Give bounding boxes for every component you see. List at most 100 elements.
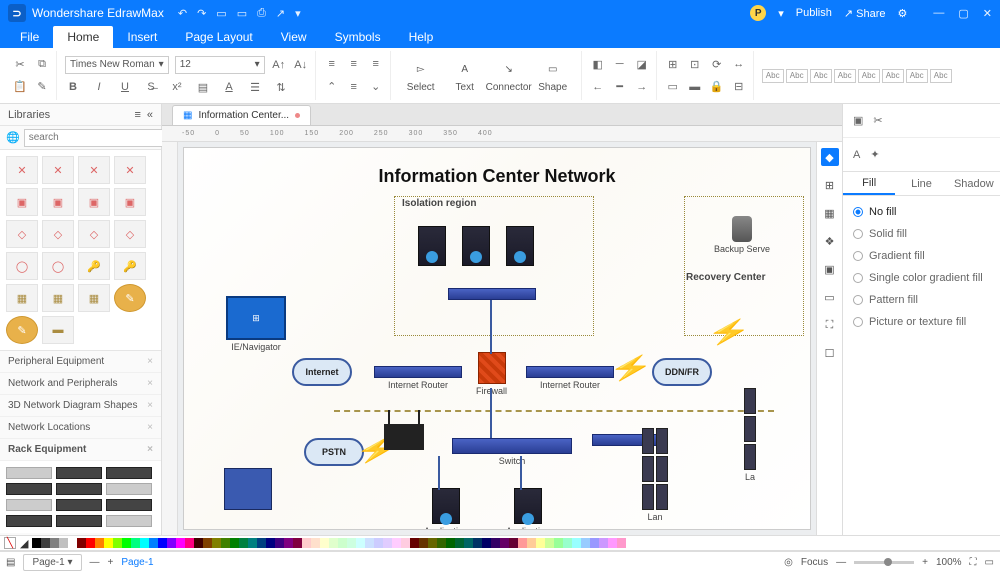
tab-file[interactable]: File xyxy=(6,26,53,48)
shape-tool[interactable]: ▭Shape xyxy=(531,58,575,93)
color-swatch[interactable] xyxy=(599,538,608,548)
tab-line[interactable]: Line xyxy=(895,172,947,195)
internet-router-left[interactable]: Internet Router xyxy=(374,366,462,390)
color-swatch[interactable] xyxy=(131,538,140,548)
align-center-icon[interactable]: ≡ xyxy=(346,56,362,72)
undo-icon[interactable]: ↶ xyxy=(178,7,187,20)
color-swatch[interactable] xyxy=(536,538,545,548)
rack-tile[interactable] xyxy=(106,467,152,479)
lock-icon[interactable]: 🔒 xyxy=(709,79,725,95)
copy-icon[interactable]: ⧉ xyxy=(34,56,50,72)
color-swatch[interactable] xyxy=(68,538,77,548)
highlight-icon[interactable]: ▤ xyxy=(195,79,211,95)
close-icon[interactable]: ✕ xyxy=(983,7,992,20)
print-icon[interactable]: ⎙ xyxy=(257,7,266,20)
server-node[interactable] xyxy=(462,226,490,266)
color-swatch[interactable] xyxy=(221,538,230,548)
fullscreen-toggle-icon[interactable]: ▭ xyxy=(985,557,994,568)
color-swatch[interactable] xyxy=(194,538,203,548)
dropdown-icon[interactable]: ▾ xyxy=(295,7,301,20)
color-swatch[interactable] xyxy=(356,538,365,548)
color-swatch[interactable] xyxy=(401,538,410,548)
library-search-input[interactable] xyxy=(24,129,166,147)
select-tool[interactable]: ▻Select xyxy=(399,58,443,93)
page-select[interactable]: Page-1 ▾ xyxy=(23,554,81,571)
color-swatch[interactable] xyxy=(500,538,509,548)
color-swatch[interactable] xyxy=(545,538,554,548)
color-swatch[interactable] xyxy=(41,538,50,548)
tab-fill[interactable]: Fill xyxy=(843,172,895,195)
shadow-icon[interactable]: ◪ xyxy=(634,56,650,72)
shape-tile[interactable]: ◇ xyxy=(6,220,38,248)
line-style-icon[interactable]: ━ xyxy=(612,79,628,95)
cut-icon[interactable]: ✂ xyxy=(12,56,28,72)
rack-tile[interactable] xyxy=(106,499,152,511)
text-tool[interactable]: AText xyxy=(443,58,487,93)
arrow-end-icon[interactable]: → xyxy=(634,79,650,95)
distribute-icon[interactable]: ⊟ xyxy=(731,79,747,95)
color-swatch[interactable] xyxy=(464,538,473,548)
color-swatch[interactable] xyxy=(581,538,590,548)
minimize-icon[interactable]: — xyxy=(933,7,944,20)
align-left-icon[interactable]: ≡ xyxy=(324,56,340,72)
line-icon[interactable]: ─ xyxy=(612,56,628,72)
valign-mid-icon[interactable]: ≡ xyxy=(346,79,362,95)
lib-category-rack[interactable]: Rack Equipment× xyxy=(0,439,161,461)
color-swatch[interactable] xyxy=(113,538,122,548)
publish-button[interactable]: Publish xyxy=(796,7,832,19)
user-badge[interactable]: P xyxy=(750,5,766,21)
fill-option-solid[interactable]: Solid fill xyxy=(853,228,990,240)
rack-tile[interactable] xyxy=(6,515,52,527)
rack-tile[interactable] xyxy=(106,515,152,527)
format-painter-icon[interactable]: ✎ xyxy=(34,79,50,95)
tab-insert[interactable]: Insert xyxy=(113,26,171,48)
color-swatch[interactable] xyxy=(563,538,572,548)
ddn-cloud[interactable]: DDN/FR xyxy=(652,358,712,386)
isolation-region-box[interactable] xyxy=(394,196,594,336)
shape-tile[interactable]: ✕ xyxy=(114,156,146,184)
lib-category[interactable]: Peripheral Equipment× xyxy=(0,351,161,373)
color-swatch[interactable] xyxy=(617,538,626,548)
color-swatch[interactable] xyxy=(230,538,239,548)
zoom-out-icon[interactable]: — xyxy=(836,557,846,568)
application-server-1[interactable]: Application xyxy=(424,488,468,529)
internet-cloud[interactable]: Internet xyxy=(292,358,352,386)
lib-category[interactable]: 3D Network Diagram Shapes× xyxy=(0,395,161,417)
color-swatch[interactable] xyxy=(266,538,275,548)
shape-tile[interactable]: ◇ xyxy=(114,220,146,248)
fill-option-pattern[interactable]: Pattern fill xyxy=(853,294,990,306)
rack-tile[interactable] xyxy=(56,467,102,479)
shape-format-icon[interactable]: ▣ xyxy=(853,114,863,127)
color-swatch[interactable] xyxy=(203,538,212,548)
spacing-icon[interactable]: ⇅ xyxy=(273,79,289,95)
shape-tile[interactable]: ◇ xyxy=(42,220,74,248)
color-dropper-icon[interactable]: ◢ xyxy=(20,537,28,550)
shape-tile[interactable]: ▣ xyxy=(6,188,38,216)
lan-group-1[interactable]: Lan xyxy=(642,428,668,522)
bullet-icon[interactable]: ☰ xyxy=(247,79,263,95)
font-size-select[interactable]: 12▾ xyxy=(175,56,265,74)
maximize-icon[interactable]: ▢ xyxy=(958,7,968,20)
isolation-label[interactable]: Isolation region xyxy=(402,198,476,209)
text-format-icon[interactable]: A xyxy=(853,149,860,161)
library-menu-icon[interactable]: ≡ xyxy=(134,109,140,121)
server-node[interactable] xyxy=(418,226,446,266)
fill-option-picture[interactable]: Picture or texture fill xyxy=(853,316,990,328)
color-swatch[interactable] xyxy=(608,538,617,548)
paste-icon[interactable]: 📋 xyxy=(12,79,28,95)
rack-tile[interactable] xyxy=(106,483,152,495)
lan-group-2[interactable]: La xyxy=(744,388,756,482)
color-swatch[interactable] xyxy=(122,538,131,548)
zoom-slider[interactable] xyxy=(854,561,914,564)
color-swatch[interactable] xyxy=(347,538,356,548)
shape-tile[interactable]: ✎ xyxy=(6,316,38,344)
rack-tile[interactable] xyxy=(56,515,102,527)
color-swatch[interactable] xyxy=(212,538,221,548)
connector[interactable] xyxy=(490,300,492,354)
color-swatch[interactable] xyxy=(293,538,302,548)
tab-page-layout[interactable]: Page Layout xyxy=(171,26,266,48)
bold-icon[interactable]: B xyxy=(65,79,81,95)
color-swatch[interactable] xyxy=(32,538,41,548)
connector[interactable] xyxy=(520,456,522,490)
settings-icon[interactable]: ⚙ xyxy=(898,7,908,20)
